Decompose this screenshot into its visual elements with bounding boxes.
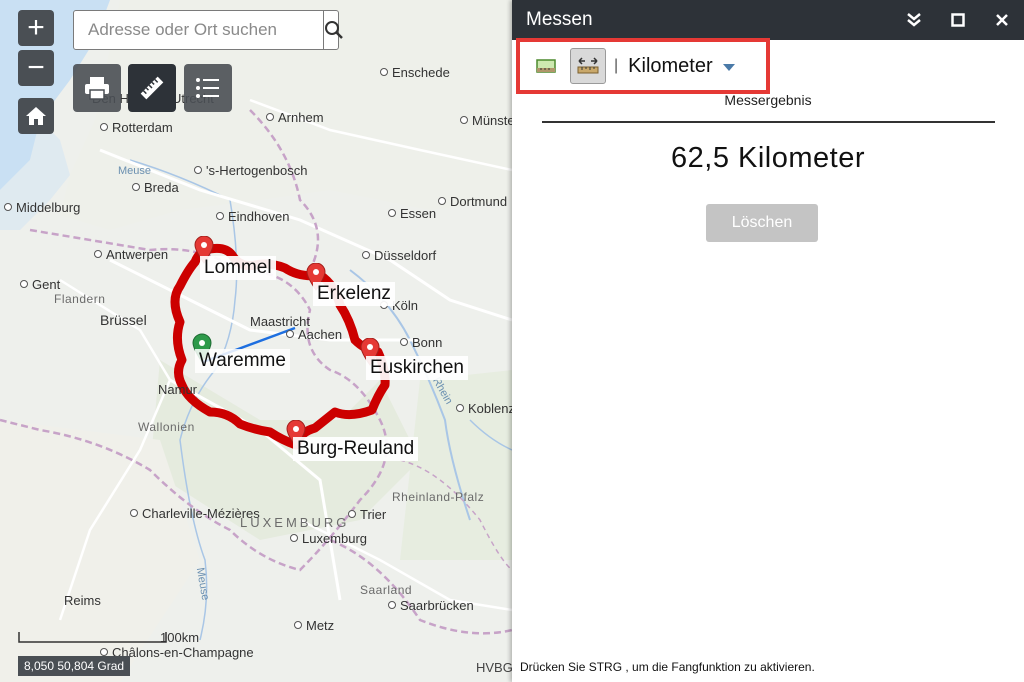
place-label: Metz — [294, 618, 334, 633]
place-label: Essen — [388, 206, 436, 221]
stop-label-waremme: Waremme — [195, 349, 290, 373]
search-button[interactable] — [323, 11, 344, 49]
distance-measure-button[interactable] — [570, 48, 606, 84]
place-label: Luxemburg — [290, 531, 367, 546]
region-label: Flandern — [54, 292, 106, 306]
place-label: Koblenz — [456, 401, 515, 416]
toolbar-separator: | — [614, 57, 619, 74]
distance-icon — [577, 57, 599, 74]
stop-label-lommel: Lommel — [200, 256, 276, 280]
coordinate-readout: 8,050 50,804 Grad — [18, 656, 131, 676]
stop-label-euskirchen: Euskirchen — [366, 356, 468, 380]
minus-icon: − — [27, 51, 45, 84]
region-label: Rheinland-Pfalz — [392, 490, 485, 504]
place-label: Aachen — [286, 327, 342, 342]
place-label: Antwerpen — [94, 247, 168, 262]
list-icon — [196, 78, 219, 98]
place-label: Saarbrücken — [388, 598, 474, 613]
place-label: Enschede — [380, 65, 450, 80]
snapping-hint: Drücken Sie STRG , um die Fangfunktion z… — [520, 660, 815, 674]
region-label: LUXEMBURG — [240, 515, 350, 530]
ruler-icon — [140, 76, 164, 100]
water-label: Meuse — [118, 165, 152, 177]
area-measure-button[interactable] — [528, 48, 564, 84]
double-chevron-down-icon — [907, 13, 921, 27]
maximize-icon — [951, 13, 965, 27]
search-box — [73, 10, 343, 50]
legend-button[interactable] — [184, 64, 232, 112]
home-icon — [26, 107, 46, 125]
search-icon — [325, 21, 343, 39]
unit-dropdown[interactable]: Kilometer — [628, 54, 735, 78]
place-label: Namur — [158, 382, 198, 397]
region-label: Saarland — [360, 583, 413, 597]
printer-icon — [85, 77, 109, 100]
measure-toolbar: | Kilometer — [516, 38, 770, 94]
clear-button[interactable]: Löschen — [706, 204, 818, 242]
place-label: Breda — [132, 180, 179, 195]
panel-header: Messen — [512, 0, 1024, 40]
divider — [542, 121, 995, 123]
place-label: Arnhem — [266, 110, 324, 125]
zoom-in-button[interactable]: + — [18, 10, 54, 46]
area-icon — [536, 59, 556, 73]
place-label: Trier — [348, 507, 386, 522]
place-label: Middelburg — [4, 200, 80, 215]
place-label: Düsseldorf — [362, 248, 436, 263]
unit-label: Kilometer — [628, 54, 713, 77]
region-label: Wallonien — [138, 420, 195, 434]
result-label: Messergebnis — [724, 92, 812, 108]
panel-title: Messen — [526, 9, 593, 30]
place-label: Dortmund — [438, 194, 507, 209]
place-label: Brüssel — [100, 312, 147, 328]
search-input[interactable] — [74, 11, 323, 49]
plus-icon: + — [27, 11, 45, 44]
stop-label-burg-reuland: Burg-Reuland — [293, 437, 419, 461]
caret-down-icon — [722, 63, 735, 71]
close-button[interactable] — [980, 0, 1024, 40]
place-label: Bonn — [400, 335, 442, 350]
close-icon — [996, 14, 1008, 26]
scale-label: 100km — [160, 630, 200, 645]
measure-button[interactable] — [128, 64, 176, 112]
place-label: Eindhoven — [216, 209, 289, 224]
place-label: 's-Hertogenbosch — [194, 163, 307, 178]
place-label: Rotterdam — [100, 120, 173, 135]
scale-bar-line — [18, 632, 167, 643]
place-label: Reims — [64, 593, 101, 608]
stop-label-erkelenz: Erkelenz — [313, 282, 395, 306]
place-label: Gent — [20, 277, 60, 292]
maximize-button[interactable] — [936, 0, 980, 40]
home-button[interactable] — [18, 98, 54, 134]
print-button[interactable] — [73, 64, 121, 112]
collapse-button[interactable] — [892, 0, 936, 40]
result-value: 62,5 Kilometer — [671, 142, 865, 174]
scale-bar: 100km — [18, 628, 199, 649]
attribution-text: HVBG — [476, 660, 513, 675]
place-label: Münster — [460, 113, 519, 128]
measure-panel: Messen | Kilometer Messergebnis 62,5 Kil… — [512, 0, 1024, 682]
zoom-out-button[interactable]: − — [18, 50, 54, 86]
